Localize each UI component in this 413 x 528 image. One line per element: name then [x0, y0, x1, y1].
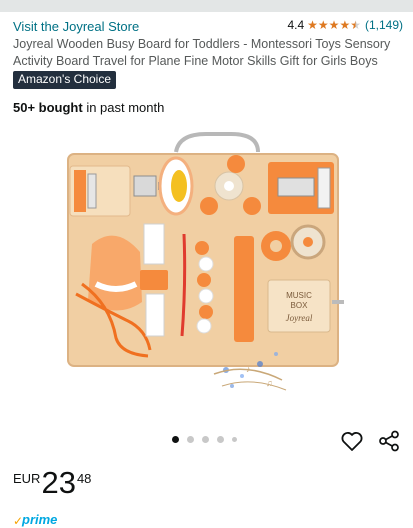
bought-in-past-month: 50+ bought in past month: [13, 100, 164, 115]
music-box-brand: Joyreal: [286, 313, 313, 323]
svg-text:♪: ♪: [246, 364, 251, 374]
music-box-label-2: BOX: [291, 301, 309, 310]
music-box-label-1: MUSIC: [286, 291, 312, 300]
star-half-icon: ★: [350, 18, 361, 32]
star-full-icon: ★: [317, 18, 329, 32]
star-full-icon: ★: [307, 18, 318, 32]
top-divider-bar: [0, 0, 413, 12]
carousel-dot[interactable]: [217, 436, 224, 443]
price: EUR 23 48: [13, 466, 91, 500]
star-full-icon: ★: [339, 18, 351, 32]
carousel-dot[interactable]: [172, 436, 179, 443]
share-icon[interactable]: [378, 430, 400, 452]
heart-icon[interactable]: [340, 430, 364, 452]
latch: [133, 175, 157, 197]
buckle-strap: [143, 223, 165, 265]
carousel-dot[interactable]: [232, 437, 237, 442]
star-full-icon: ★: [328, 18, 340, 32]
bought-suffix: in past month: [82, 100, 165, 115]
price-fraction: 48: [76, 471, 92, 486]
store-row: Visit the Joyreal Store 4.4 ★ ★ ★ ★ ★ (1…: [13, 18, 403, 36]
carousel-dot[interactable]: [202, 436, 209, 443]
price-currency: EUR: [13, 471, 41, 486]
product-image[interactable]: MUSIC BOX Joyreal ♪ ♫: [46, 124, 366, 414]
bought-count: 50+ bought: [13, 100, 83, 115]
rating-summary[interactable]: 4.4 ★ ★ ★ ★ ★ (1,149): [287, 18, 403, 32]
price-whole: 23: [41, 465, 76, 500]
image-carousel-dots[interactable]: [172, 436, 245, 443]
amazons-choice-badge[interactable]: Amazon's Choice: [13, 71, 116, 89]
rating-count-link[interactable]: (1,149): [365, 18, 403, 32]
product-title: Joyreal Wooden Busy Board for Toddlers -…: [13, 37, 391, 68]
zipper-strap: [234, 236, 254, 342]
star-rating: ★ ★ ★ ★ ★: [307, 18, 361, 32]
carousel-dot[interactable]: [187, 436, 194, 443]
svg-text:♫: ♫: [266, 378, 273, 388]
board-handle: [174, 132, 260, 153]
rating-value: 4.4: [287, 18, 305, 32]
shoe-lace-panel: [88, 235, 142, 311]
prime-badge: ✓ prime: [13, 512, 73, 528]
visit-store-link[interactable]: Visit the Joyreal Store: [13, 19, 139, 34]
